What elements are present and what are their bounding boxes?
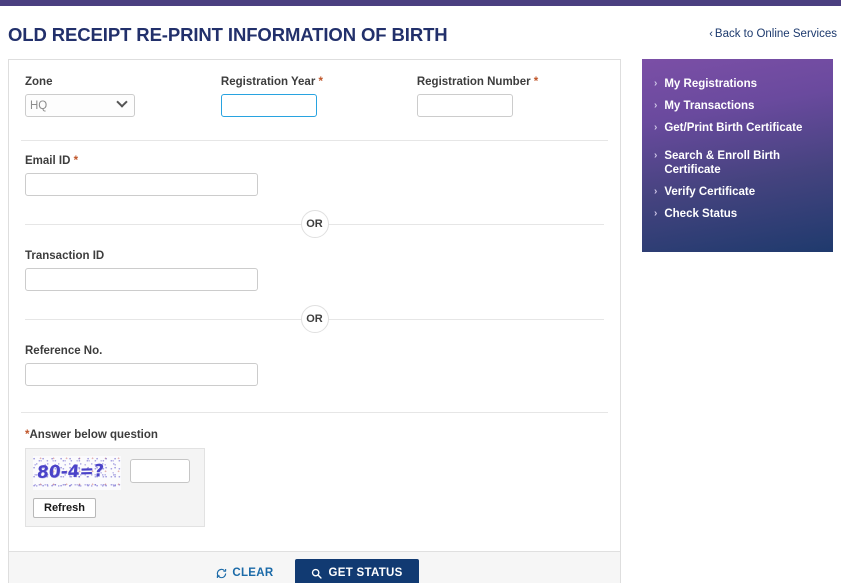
required-asterisk: * <box>318 76 323 88</box>
chevron-right-icon: › <box>654 78 658 89</box>
captcha-legend-text: Answer below question <box>29 429 158 441</box>
transaction-id-label: Transaction ID <box>25 250 105 262</box>
back-to-online-services-link[interactable]: ‹ Back to Online Services <box>709 28 837 40</box>
chevron-left-icon: ‹ <box>709 28 713 40</box>
sidebar-item-check-status[interactable]: › Check Status <box>654 207 821 221</box>
services-sidebar: › My Registrations › My Transactions › G… <box>642 59 833 252</box>
captcha-refresh-button[interactable]: Refresh <box>33 498 96 518</box>
sidebar-item-my-transactions[interactable]: › My Transactions <box>654 99 821 113</box>
or-badge: OR <box>300 210 329 238</box>
or-badge: OR <box>300 305 329 333</box>
registration-number-label-text: Registration Number <box>416 76 531 88</box>
registration-number-input[interactable] <box>416 94 513 117</box>
zone-label: Zone <box>25 76 53 88</box>
search-icon <box>311 568 323 579</box>
zone-field-group: Zone HQ <box>25 76 221 117</box>
page-title: OLD RECEIPT RE-PRINT INFORMATION OF BIRT… <box>8 24 448 45</box>
transaction-id-input[interactable] <box>25 268 258 291</box>
email-input[interactable] <box>25 173 258 196</box>
reference-no-label: Reference No. <box>25 345 103 357</box>
clear-button[interactable]: CLEAR <box>210 563 279 583</box>
registration-fields-row: Zone HQ Registration Year * Registration… <box>21 72 608 117</box>
form-panel: Zone HQ Registration Year * Registration… <box>8 59 621 583</box>
chevron-right-icon: › <box>654 186 658 197</box>
zone-select[interactable]: HQ <box>25 94 135 117</box>
required-asterisk: * <box>73 155 79 167</box>
captcha-section: *Answer below question 80-4=? Refresh <box>21 413 608 541</box>
reference-no-field-group: Reference No. <box>21 339 608 386</box>
registration-year-input[interactable] <box>220 94 317 117</box>
required-asterisk: * <box>533 76 539 88</box>
chevron-right-icon: › <box>654 100 658 111</box>
email-field-group: Email ID * <box>21 141 608 196</box>
registration-year-label: Registration Year * <box>221 76 417 88</box>
captcha-image: 80-4=? <box>33 456 121 490</box>
sidebar-item-label: Verify Certificate <box>664 186 756 198</box>
captcha-box: 80-4=? Refresh <box>25 448 205 527</box>
sidebar-item-get-print-birth-certificate[interactable]: › Get/Print Birth Certificate <box>654 121 821 135</box>
chevron-right-icon: › <box>654 150 658 161</box>
or-divider-1: OR <box>21 206 608 242</box>
sidebar-item-my-registrations[interactable]: › My Registrations <box>654 77 821 91</box>
reference-no-input[interactable] <box>25 363 258 386</box>
sidebar-item-label: Check Status <box>664 208 738 220</box>
back-link-label: Back to Online Services <box>714 28 837 40</box>
captcha-row: 80-4=? <box>33 456 197 490</box>
form-body: Zone HQ Registration Year * Registration… <box>9 60 620 551</box>
sidebar-item-search-enroll-birth-certificate[interactable]: › Search & Enroll Birth Certificate <box>654 149 821 177</box>
zone-select-wrapper: HQ <box>25 94 135 117</box>
get-status-button-label: GET STATUS <box>328 567 403 579</box>
captcha-challenge-text: 80-4=? <box>36 461 105 483</box>
captcha-answer-input[interactable] <box>130 459 190 483</box>
sidebar-item-label: My Registrations <box>664 78 758 90</box>
transaction-id-field-group: Transaction ID <box>21 244 608 291</box>
registration-number-field-group: Registration Number * <box>416 76 608 117</box>
registration-number-label: Registration Number * <box>417 76 608 88</box>
get-status-button[interactable]: GET STATUS <box>295 559 419 583</box>
sidebar-item-label: Search & Enroll Birth Certificate <box>664 150 781 176</box>
registration-year-field-group: Registration Year * <box>220 76 417 117</box>
email-label-text: Email ID <box>25 155 71 167</box>
chevron-right-icon: › <box>654 122 658 133</box>
form-footer: CLEAR GET STATUS <box>9 551 620 583</box>
email-label: Email ID * <box>25 155 608 167</box>
or-divider-2: OR <box>21 301 608 337</box>
refresh-icon <box>216 568 227 579</box>
sidebar-item-verify-certificate[interactable]: › Verify Certificate <box>654 185 821 199</box>
chevron-right-icon: › <box>654 208 658 219</box>
page-wrapper: OLD RECEIPT RE-PRINT INFORMATION OF BIRT… <box>0 6 841 583</box>
clear-button-label: CLEAR <box>232 567 274 579</box>
page-header: OLD RECEIPT RE-PRINT INFORMATION OF BIRT… <box>0 6 841 52</box>
registration-year-label-text: Registration Year <box>220 76 316 88</box>
captcha-legend: *Answer below question <box>25 429 608 441</box>
sidebar-item-label: Get/Print Birth Certificate <box>664 122 803 134</box>
sidebar-item-label: My Transactions <box>664 100 755 112</box>
